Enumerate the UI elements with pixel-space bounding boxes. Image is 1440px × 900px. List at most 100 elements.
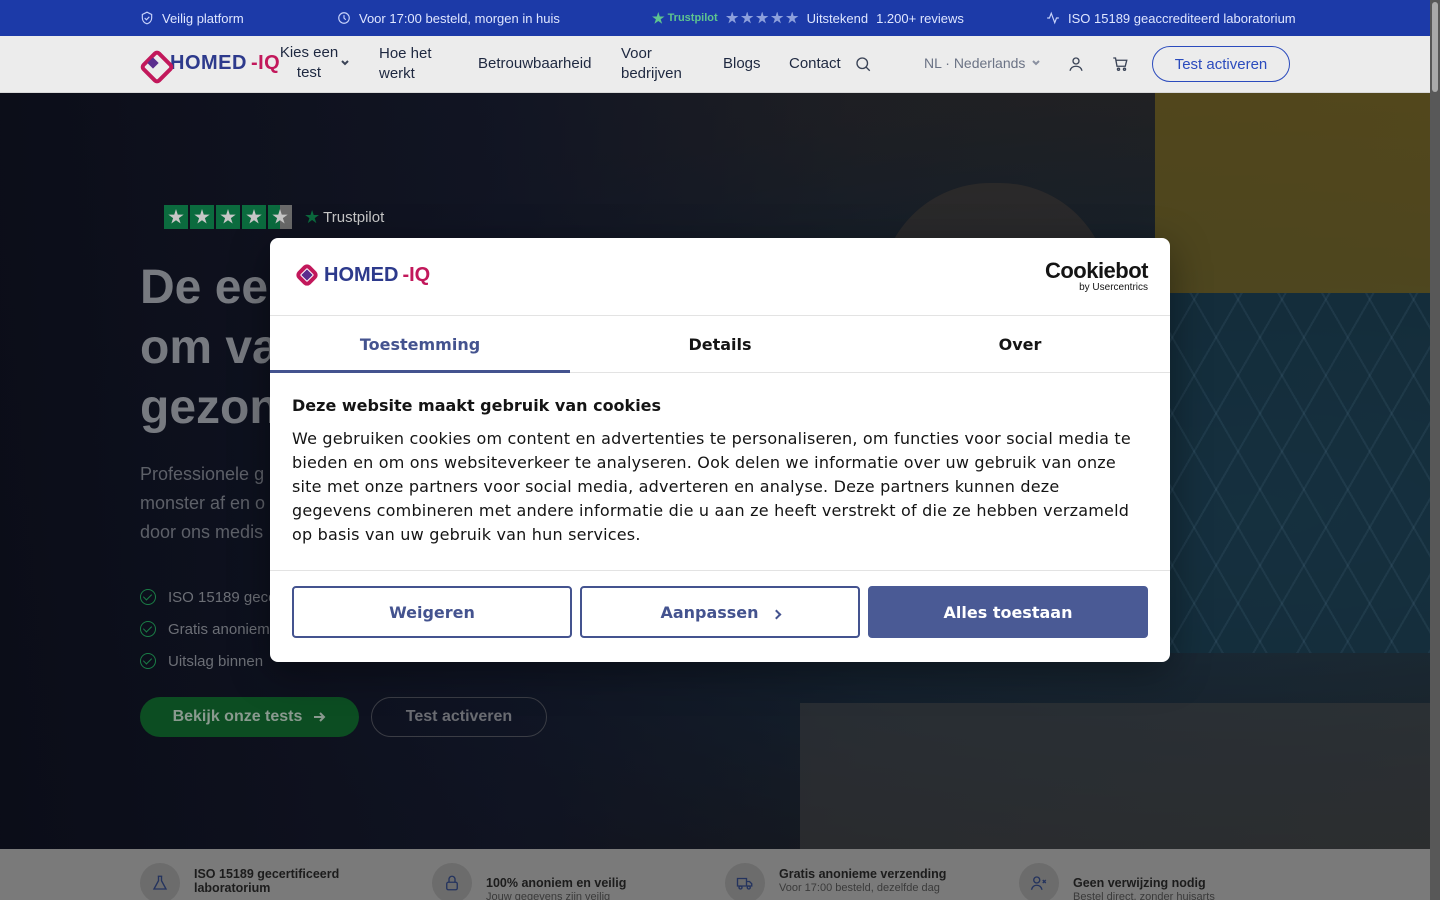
allow-all-button[interactable]: Alles toestaan (868, 586, 1148, 638)
arrow-right-icon (314, 712, 326, 722)
check-circle-icon (140, 653, 156, 669)
feature-item-shipping: Gratis anonieme verzending Voor 17:00 bes… (725, 863, 947, 900)
feature-title: Geen verwijzing nodig (1073, 876, 1206, 890)
topbar-item-secure: Veilig platform (140, 0, 244, 36)
dialog-header: HOMED -IQ Cookiebot by Usercentrics (270, 238, 1170, 316)
cookiebot-logo-subtext: by Usercentrics (1079, 282, 1148, 293)
view-tests-label: Bekijk onze tests (172, 708, 303, 725)
rating-text: Uitstekend (806, 10, 869, 26)
nav-link-reliability[interactable]: Betrouwbaarheid (478, 54, 591, 74)
scrollbar-thumb[interactable] (1432, 2, 1438, 92)
topbar-item-delivery: Voor 17:00 besteld, morgen in huis (337, 0, 560, 36)
feature-icon-wrap (140, 863, 180, 900)
dialog-footer: Weigeren Aanpassen Alles toestaan (270, 570, 1170, 662)
cookie-heading: Deze website maakt gebruik van cookies (292, 396, 662, 415)
list-item: ISO 15189 gece (140, 581, 278, 613)
tab-details[interactable]: Details (570, 316, 870, 372)
chevron-down-icon (1032, 60, 1041, 66)
user-icon (1069, 57, 1083, 71)
site-logo[interactable]: HOMED -IQ (140, 50, 280, 76)
user-x-icon (1030, 876, 1047, 890)
topbar-secure-text: Veilig platform (162, 10, 244, 26)
nav-link-contact[interactable]: Contact (789, 54, 841, 74)
language-selector[interactable]: NL · Nederlands (924, 55, 1041, 71)
nav-link-choose-test[interactable]: Kies een test (278, 43, 340, 83)
dialog-logo-text-part2: -IQ (402, 263, 431, 286)
shield-check-icon (141, 11, 153, 25)
logo-text-part1: HOMED (170, 51, 247, 74)
nav-link-how-it-works[interactable]: Hoe het werkt (379, 44, 449, 84)
feature-icon-wrap (725, 863, 765, 900)
lock-icon (446, 875, 458, 891)
homediq-logo-icon (140, 50, 166, 76)
feature-item-anonymous: 100% anoniem en veilig Jouw gegevens zijn… (432, 863, 627, 900)
nav-link-business[interactable]: Voor bedrijven (621, 44, 693, 84)
cart-icon (1113, 57, 1128, 71)
cookie-consent-dialog: HOMED -IQ Cookiebot by Usercentrics Toest… (270, 238, 1170, 662)
trustpilot-logo: ★ Trustpilot (652, 9, 718, 26)
topbar-lab-text: ISO 15189 geaccrediteerd laboratorium (1068, 10, 1296, 26)
feature-icon-wrap (432, 863, 472, 900)
hero-benefits-list: ISO 15189 gece Gratis anonieme Uitslag b… (140, 581, 278, 677)
benefit-text: Uitslag binnen (168, 652, 264, 670)
customize-button[interactable]: Aanpassen (580, 586, 860, 638)
tab-consent[interactable]: Toestemming (270, 316, 570, 373)
cookiebot-logo-text: Cookiebot (1044, 258, 1149, 283)
search-button[interactable] (852, 53, 874, 75)
account-button[interactable] (1065, 53, 1087, 75)
activate-test-button[interactable]: Test activeren (1152, 46, 1290, 82)
dialog-brand-logo: HOMED -IQ (294, 262, 430, 288)
feature-subtitle: Jouw gegevens zijn veilig (486, 891, 611, 900)
cart-button[interactable] (1109, 53, 1131, 75)
features-strip: ISO 15189 gecertificeerd laboratorium 10… (0, 849, 1430, 900)
topbar-delivery-text: Voor 17:00 besteld, morgen in huis (359, 10, 560, 26)
main-navigation: HOMED -IQ Kies een test Hoe het werkt Bet… (0, 36, 1440, 93)
activity-icon (1047, 11, 1059, 25)
feature-title: Gratis anonieme verzending (779, 867, 947, 881)
check-circle-icon (140, 621, 156, 637)
check-circle-icon (140, 589, 156, 605)
rating-stars-icon (725, 11, 799, 25)
list-item: Uitslag binnen (140, 645, 278, 677)
logo-text-part2: -IQ (250, 51, 281, 74)
cookiebot-logo[interactable]: Cookiebot by Usercentrics (1044, 258, 1149, 294)
top-info-bar: Veilig platform Voor 17:00 besteld, morg… (0, 0, 1440, 36)
trustpilot-stars-icon (164, 205, 292, 229)
feature-title: ISO 15189 gecertificeerd laboratorium (194, 867, 340, 895)
customize-label: Aanpassen (660, 602, 759, 622)
homediq-logo-icon (294, 262, 320, 288)
benefit-text: Gratis anonieme (168, 620, 279, 638)
deny-button[interactable]: Weigeren (292, 586, 572, 638)
chevron-right-icon (771, 609, 781, 619)
topbar-item-lab: ISO 15189 geaccrediteerd laboratorium (1046, 0, 1296, 36)
feature-icon-wrap (1019, 863, 1059, 900)
flask-icon (152, 875, 168, 890)
feature-subtitle: Bestel direct, zonder huisarts (1073, 891, 1215, 900)
benefit-text: ISO 15189 gece (168, 588, 277, 606)
page-scrollbar[interactable] (1430, 0, 1440, 900)
feature-subtitle: Voor 17:00 besteld, dezelfde dag (779, 882, 940, 894)
dialog-body: Deze website maakt gebruik van cookies W… (292, 396, 1142, 547)
feature-item-no-referral: Geen verwijzing nodig Bestel direct, zond… (1019, 863, 1215, 900)
trustpilot-brand: ★ Trustpilot (304, 206, 385, 227)
hero-background-wall (1155, 93, 1430, 293)
dialog-logo-text-part1: HOMED (324, 263, 399, 286)
search-icon (856, 57, 871, 72)
dialog-tabs: Toestemming Details Over (270, 316, 1170, 373)
trustpilot-rating[interactable]: ★ Trustpilot (164, 205, 384, 229)
language-label: NL · Nederlands (924, 55, 1026, 71)
nav-link-blogs[interactable]: Blogs (723, 54, 761, 74)
hero-activate-test-button[interactable]: Test activeren (371, 697, 547, 737)
hero-background-counter (800, 703, 1430, 849)
view-tests-button[interactable]: Bekijk onze tests (140, 697, 359, 737)
reviews-count: 1.200+ reviews (876, 10, 964, 26)
tab-about[interactable]: Over (870, 316, 1170, 372)
feature-title: 100% anoniem en veilig (486, 876, 627, 890)
truck-icon (736, 877, 753, 890)
list-item: Gratis anonieme (140, 613, 278, 645)
topbar-item-trustpilot[interactable]: ★ Trustpilot Uitstekend 1.200+ reviews (652, 0, 964, 36)
feature-item-lab: ISO 15189 gecertificeerd laboratorium (140, 863, 354, 900)
clock-icon (338, 12, 350, 24)
chevron-down-icon (341, 60, 349, 66)
cookie-description: We gebruiken cookies om content en adver… (292, 429, 1131, 544)
